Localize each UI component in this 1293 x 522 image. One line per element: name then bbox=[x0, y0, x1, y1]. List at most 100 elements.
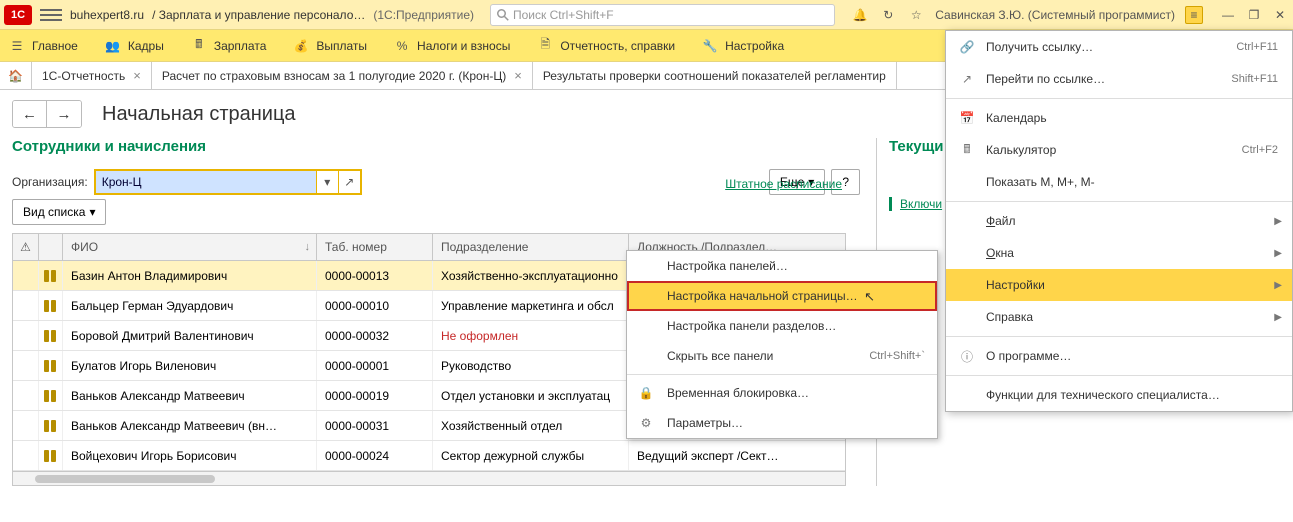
cell-tab: 0000-00001 bbox=[317, 351, 433, 380]
tab-1c-otchetnost[interactable]: 1С-Отчетность× bbox=[32, 62, 152, 90]
cell-dept: Хозяйственно-эксплуатационно bbox=[433, 261, 629, 290]
mm-tech-functions[interactable]: Функции для технического специалиста… bbox=[946, 379, 1292, 411]
col-dept[interactable]: Подразделение bbox=[433, 234, 629, 260]
col-kind[interactable] bbox=[39, 234, 63, 260]
home-tab[interactable]: 🏠 bbox=[0, 62, 32, 90]
chevron-right-icon: ▶ bbox=[1274, 248, 1282, 259]
ctx-start-page-setup[interactable]: Настройка начальной страницы…↖ bbox=[627, 281, 937, 311]
ctx-parameters[interactable]: ⚙Параметры… bbox=[627, 408, 937, 438]
cell-tab: 0000-00032 bbox=[317, 321, 433, 350]
cell-dept: Управление маркетинга и обсл bbox=[433, 291, 629, 320]
tab-results[interactable]: Результаты проверки соотношений показате… bbox=[533, 62, 897, 90]
chevron-right-icon: ▶ bbox=[1274, 312, 1282, 323]
cell-warn bbox=[13, 441, 39, 470]
ctx-label: Временная блокировка… bbox=[667, 386, 809, 400]
mm-separator bbox=[946, 336, 1292, 337]
employee-icon bbox=[44, 360, 58, 372]
cell-kind bbox=[39, 291, 63, 320]
user-name[interactable]: Савинская З.Ю. (Системный программист) bbox=[935, 8, 1175, 22]
mm-separator bbox=[946, 201, 1292, 202]
col-warning[interactable]: ⚠ bbox=[13, 234, 39, 260]
col-fio[interactable]: ФИО↓ bbox=[63, 234, 317, 260]
section-nastroi[interactable]: 🔧Настройка bbox=[701, 37, 784, 55]
close-icon[interactable]: ✕ bbox=[1271, 6, 1289, 24]
mm-separator bbox=[946, 375, 1292, 376]
lock-icon: 🔒 bbox=[637, 386, 655, 400]
mm-help[interactable]: Справка ▶ bbox=[946, 301, 1292, 333]
section-otchet-label: Отчетность, справки bbox=[560, 39, 675, 53]
org-dropdown-icon[interactable]: ▾ bbox=[316, 171, 338, 193]
mm-label: Справка bbox=[986, 310, 1033, 324]
employee-icon bbox=[44, 450, 58, 462]
wrench-icon: 🔧 bbox=[701, 37, 719, 55]
mm-settings[interactable]: Настройки▶ bbox=[946, 269, 1292, 301]
tab-label: Результаты проверки соотношений показате… bbox=[543, 69, 886, 83]
mm-calendar[interactable]: 📅Календарь bbox=[946, 102, 1292, 134]
mm-about[interactable]: ⓘО программе… bbox=[946, 340, 1292, 372]
cell-fio: Боровой Дмитрий Валентинович bbox=[63, 321, 317, 350]
ctx-panels-setup[interactable]: Настройка панелей… bbox=[627, 251, 937, 281]
ctx-label: Настройка панели разделов… bbox=[667, 319, 836, 333]
col-tab[interactable]: Таб. номер bbox=[317, 234, 433, 260]
cell-tab: 0000-00019 bbox=[317, 381, 433, 410]
section-zarplata[interactable]: 🖩Зарплата bbox=[190, 37, 267, 55]
ctx-temp-lock[interactable]: 🔒 Временная блокировка… bbox=[627, 378, 937, 408]
cell-kind bbox=[39, 261, 63, 290]
service-menu-button[interactable]: ≡ bbox=[1185, 6, 1203, 24]
mm-get-link[interactable]: 🔗Получить ссылку…Ctrl+F11 bbox=[946, 31, 1292, 63]
bell-icon[interactable]: 🔔 bbox=[851, 6, 869, 24]
nav-back-button[interactable]: ← bbox=[13, 101, 47, 127]
chevron-down-icon: ▾ bbox=[89, 205, 95, 219]
global-search[interactable]: Поиск Ctrl+Shift+F bbox=[490, 4, 835, 26]
section-nalogi[interactable]: %Налоги и взносы bbox=[393, 37, 510, 55]
money-icon: 💰 bbox=[292, 37, 310, 55]
employee-icon bbox=[44, 270, 58, 282]
org-input[interactable] bbox=[96, 171, 316, 193]
section-kadry[interactable]: 👥Кадры bbox=[104, 37, 164, 55]
org-open-icon[interactable]: ↗ bbox=[338, 171, 360, 193]
tab-close-icon[interactable]: × bbox=[133, 68, 141, 83]
cell-fio: Булатов Игорь Виленович bbox=[63, 351, 317, 380]
cell-fio: Базин Антон Владимирович bbox=[63, 261, 317, 290]
section-main[interactable]: ☰Главное bbox=[8, 37, 78, 55]
calendar-icon: 📅 bbox=[958, 111, 976, 125]
ctx-hide-all-panels[interactable]: Скрыть все панелиCtrl+Shift+` bbox=[627, 341, 937, 371]
mm-separator bbox=[946, 98, 1292, 99]
ctx-sections-panel-setup[interactable]: Настройка панели разделов… bbox=[627, 311, 937, 341]
mm-label-rest: айл bbox=[995, 214, 1015, 228]
mm-calculator[interactable]: 🖩КалькуляторCtrl+F2 bbox=[946, 134, 1292, 166]
hamburger-icon[interactable] bbox=[40, 4, 62, 26]
doc-icon: 🗎 bbox=[536, 37, 554, 55]
tab-close-icon[interactable]: × bbox=[514, 68, 522, 83]
org-label: Организация: bbox=[12, 175, 88, 189]
include-link[interactable]: Включи bbox=[889, 197, 942, 211]
title-site: buhexpert8.ru bbox=[70, 8, 144, 22]
tab-raschet[interactable]: Расчет по страховым взносам за 1 полугод… bbox=[152, 62, 533, 90]
mm-show-m[interactable]: Показать M, M+, M- bbox=[946, 166, 1292, 198]
section-vyplaty[interactable]: 💰Выплаты bbox=[292, 37, 367, 55]
section-main-label: Главное bbox=[32, 39, 78, 53]
people-icon: 👥 bbox=[104, 37, 122, 55]
grid-h-scrollbar[interactable] bbox=[13, 471, 845, 485]
cell-warn bbox=[13, 381, 39, 410]
ctx-label: Настройка панелей… bbox=[667, 259, 788, 273]
star-icon[interactable]: ☆ bbox=[907, 6, 925, 24]
nav-fwd-button[interactable]: → bbox=[47, 101, 81, 127]
mm-goto-link[interactable]: ↗Перейти по ссылке…Shift+F11 bbox=[946, 63, 1292, 95]
ctx-label: Скрыть все панели bbox=[667, 349, 773, 363]
calculator-icon: 🖩 bbox=[958, 140, 976, 161]
staff-schedule-link[interactable]: Штатное расписание bbox=[725, 177, 842, 191]
cell-pos: Ведущий эксперт /Сект… bbox=[629, 441, 845, 470]
window-buttons: — ❐ ✕ bbox=[1219, 6, 1289, 24]
org-combo[interactable]: ▾ ↗ bbox=[94, 169, 362, 195]
section-otchet[interactable]: 🗎 Отчетность, справки bbox=[536, 37, 675, 55]
minimize-icon[interactable]: — bbox=[1219, 6, 1237, 24]
view-list-button[interactable]: Вид списка ▾ bbox=[12, 199, 106, 225]
maximize-icon[interactable]: ❐ bbox=[1245, 6, 1263, 24]
employee-icon bbox=[44, 330, 58, 342]
mm-windows[interactable]: Окна▶ bbox=[946, 237, 1292, 269]
mm-file[interactable]: Файл▶ bbox=[946, 205, 1292, 237]
history-icon[interactable]: ↻ bbox=[879, 6, 897, 24]
cell-dept: Сектор дежурной службы bbox=[433, 441, 629, 470]
table-row[interactable]: Войцехович Игорь Борисович0000-00024Сект… bbox=[13, 441, 845, 471]
